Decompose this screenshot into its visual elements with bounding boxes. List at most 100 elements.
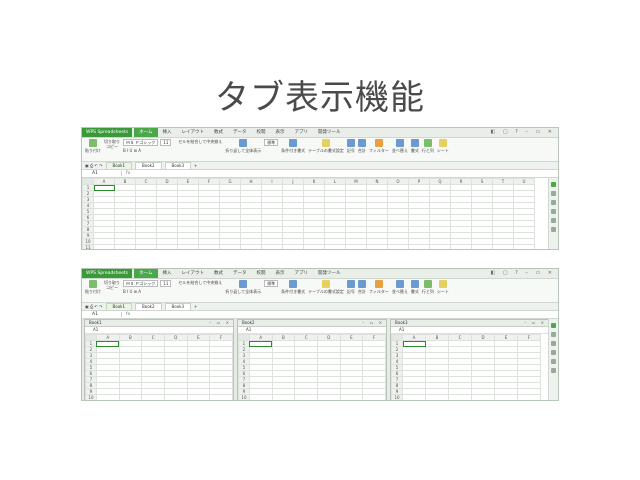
cell[interactable] bbox=[249, 401, 272, 402]
window-controls[interactable]: ◧ ▢ ? – ▭ ✕ bbox=[491, 128, 555, 137]
rows-columns-button[interactable]: 行と列 bbox=[422, 139, 434, 160]
cell[interactable] bbox=[261, 244, 283, 249]
pane-grid[interactable]: ABCDEF12345678910111213 bbox=[238, 334, 386, 402]
symbol-button[interactable]: 記号 bbox=[346, 139, 355, 160]
pane-name-box[interactable]: A1 bbox=[391, 327, 548, 334]
cell[interactable] bbox=[303, 244, 325, 249]
tab-home[interactable]: ホーム bbox=[134, 269, 158, 278]
sidebar-new-icon[interactable] bbox=[551, 323, 556, 328]
quick-access-icons[interactable]: ▣ ⎙ ↶ ↷ bbox=[85, 304, 103, 309]
cell[interactable] bbox=[471, 244, 493, 249]
pane-name-box[interactable]: A1 bbox=[238, 327, 386, 334]
new-tab-button[interactable]: + bbox=[194, 163, 197, 168]
pane-window-controls[interactable]: – ▭ ✕ bbox=[362, 320, 384, 326]
cell[interactable] bbox=[513, 244, 535, 249]
tab-developer[interactable]: 開発ツール bbox=[313, 128, 346, 137]
tab-developer[interactable]: 開発ツール bbox=[313, 269, 346, 278]
paste-group[interactable]: 貼り付け bbox=[85, 139, 101, 160]
row-header[interactable]: 11 bbox=[239, 401, 250, 402]
cell[interactable] bbox=[93, 244, 115, 249]
cell[interactable] bbox=[114, 244, 136, 249]
cell[interactable] bbox=[324, 244, 346, 249]
cell[interactable] bbox=[495, 401, 518, 402]
number-format-group[interactable]: 標準 bbox=[264, 139, 279, 160]
cell[interactable] bbox=[272, 401, 295, 402]
fx-icon[interactable]: fx bbox=[122, 171, 130, 176]
cell[interactable] bbox=[426, 401, 449, 402]
name-box[interactable]: A1 bbox=[82, 312, 122, 317]
rows-columns-button[interactable]: 行と列 bbox=[422, 280, 434, 301]
sum-button[interactable]: 合計 bbox=[357, 139, 366, 160]
format-button[interactable]: 書式 bbox=[410, 280, 419, 301]
pane-grid[interactable]: ABCDEF12345678910111213 bbox=[391, 334, 541, 402]
copy-button[interactable]: コピー bbox=[106, 285, 118, 290]
font-style-buttons[interactable]: B I U ⊞ A bbox=[123, 289, 171, 294]
cell[interactable] bbox=[345, 244, 367, 249]
cell[interactable] bbox=[340, 401, 363, 402]
cell[interactable] bbox=[164, 401, 187, 402]
sum-button[interactable]: 合計 bbox=[357, 280, 366, 301]
merge-group[interactable]: セルを結合して中央揃え bbox=[178, 280, 222, 301]
font-size-select[interactable]: 11 bbox=[160, 139, 172, 146]
new-tab-button[interactable]: + bbox=[194, 304, 197, 309]
cell[interactable] bbox=[177, 244, 199, 249]
sidebar-tool-icon[interactable] bbox=[551, 368, 556, 373]
cell[interactable] bbox=[403, 401, 426, 402]
cell[interactable] bbox=[295, 401, 318, 402]
sidebar-style-icon[interactable] bbox=[551, 332, 556, 337]
tab-layout[interactable]: レイアウト bbox=[177, 128, 210, 137]
paste-group[interactable]: 貼り付け bbox=[85, 280, 101, 301]
row-header[interactable]: 11 bbox=[82, 244, 94, 249]
sort-button[interactable]: 並べ替え bbox=[392, 280, 408, 301]
number-format-group[interactable]: 標準 bbox=[264, 280, 279, 301]
app-menu-button[interactable]: WPS Spreadsheets bbox=[82, 269, 133, 278]
cell[interactable] bbox=[366, 244, 388, 249]
window-controls[interactable]: ◧ ▢ ? – ▭ ✕ bbox=[491, 269, 555, 278]
cell[interactable] bbox=[240, 244, 262, 249]
cell[interactable] bbox=[282, 244, 304, 249]
cell[interactable] bbox=[96, 401, 119, 402]
cell[interactable] bbox=[518, 401, 541, 402]
tab-apps[interactable]: アプリ bbox=[290, 128, 314, 137]
cell[interactable] bbox=[119, 401, 142, 402]
cell[interactable] bbox=[363, 401, 386, 402]
sidebar-backup-icon[interactable] bbox=[551, 359, 556, 364]
tab-view[interactable]: 表示 bbox=[271, 269, 290, 278]
conditional-format-button[interactable]: 条件付き書式 bbox=[281, 139, 305, 160]
cell[interactable] bbox=[219, 244, 241, 249]
table-format-button[interactable]: テーブルの書式設定 bbox=[308, 139, 344, 160]
cell[interactable] bbox=[142, 401, 165, 402]
merge-group[interactable]: セルを結合して中央揃え bbox=[178, 139, 222, 160]
filter-button[interactable]: フィルター bbox=[369, 139, 389, 160]
doc-tab-book1[interactable]: Book1 bbox=[105, 162, 132, 169]
cell[interactable] bbox=[317, 401, 340, 402]
sidebar-select-icon[interactable] bbox=[551, 200, 556, 205]
doc-tab-book2[interactable]: Book2 bbox=[135, 303, 162, 310]
tab-formulas[interactable]: 数式 bbox=[209, 128, 228, 137]
copy-button[interactable]: コピー bbox=[106, 144, 118, 149]
cell[interactable] bbox=[198, 244, 220, 249]
font-name-select[interactable]: ＭＳ Ｐゴシック bbox=[123, 280, 159, 287]
name-box[interactable]: A1 bbox=[82, 171, 122, 176]
pane-window-controls[interactable]: – ▭ ✕ bbox=[209, 320, 231, 326]
cell[interactable] bbox=[429, 244, 451, 249]
tab-layout[interactable]: レイアウト bbox=[177, 269, 210, 278]
sidebar-backup-icon[interactable] bbox=[551, 218, 556, 223]
filter-button[interactable]: フィルター bbox=[369, 280, 389, 301]
row-header[interactable]: 11 bbox=[86, 401, 97, 402]
font-style-buttons[interactable]: B I U ⊞ A bbox=[123, 148, 171, 153]
quick-access-icons[interactable]: ▣ ⎙ ↶ ↷ bbox=[85, 163, 103, 168]
tab-view[interactable]: 表示 bbox=[271, 128, 290, 137]
cell[interactable] bbox=[210, 401, 233, 402]
wrap-group[interactable]: 折り返して全体表示 bbox=[225, 139, 261, 160]
cell[interactable] bbox=[156, 244, 178, 249]
cell[interactable] bbox=[387, 244, 409, 249]
app-menu-button[interactable]: WPS Spreadsheets bbox=[82, 128, 133, 137]
font-size-select[interactable]: 11 bbox=[160, 280, 172, 287]
table-format-button[interactable]: テーブルの書式設定 bbox=[308, 280, 344, 301]
cell[interactable] bbox=[408, 244, 430, 249]
sidebar-shape-icon[interactable] bbox=[551, 350, 556, 355]
pane-grid[interactable]: ABCDEF12345678910111213 bbox=[85, 334, 233, 402]
fx-icon[interactable]: fx bbox=[122, 312, 130, 317]
sheet-button[interactable]: シート bbox=[437, 139, 449, 160]
